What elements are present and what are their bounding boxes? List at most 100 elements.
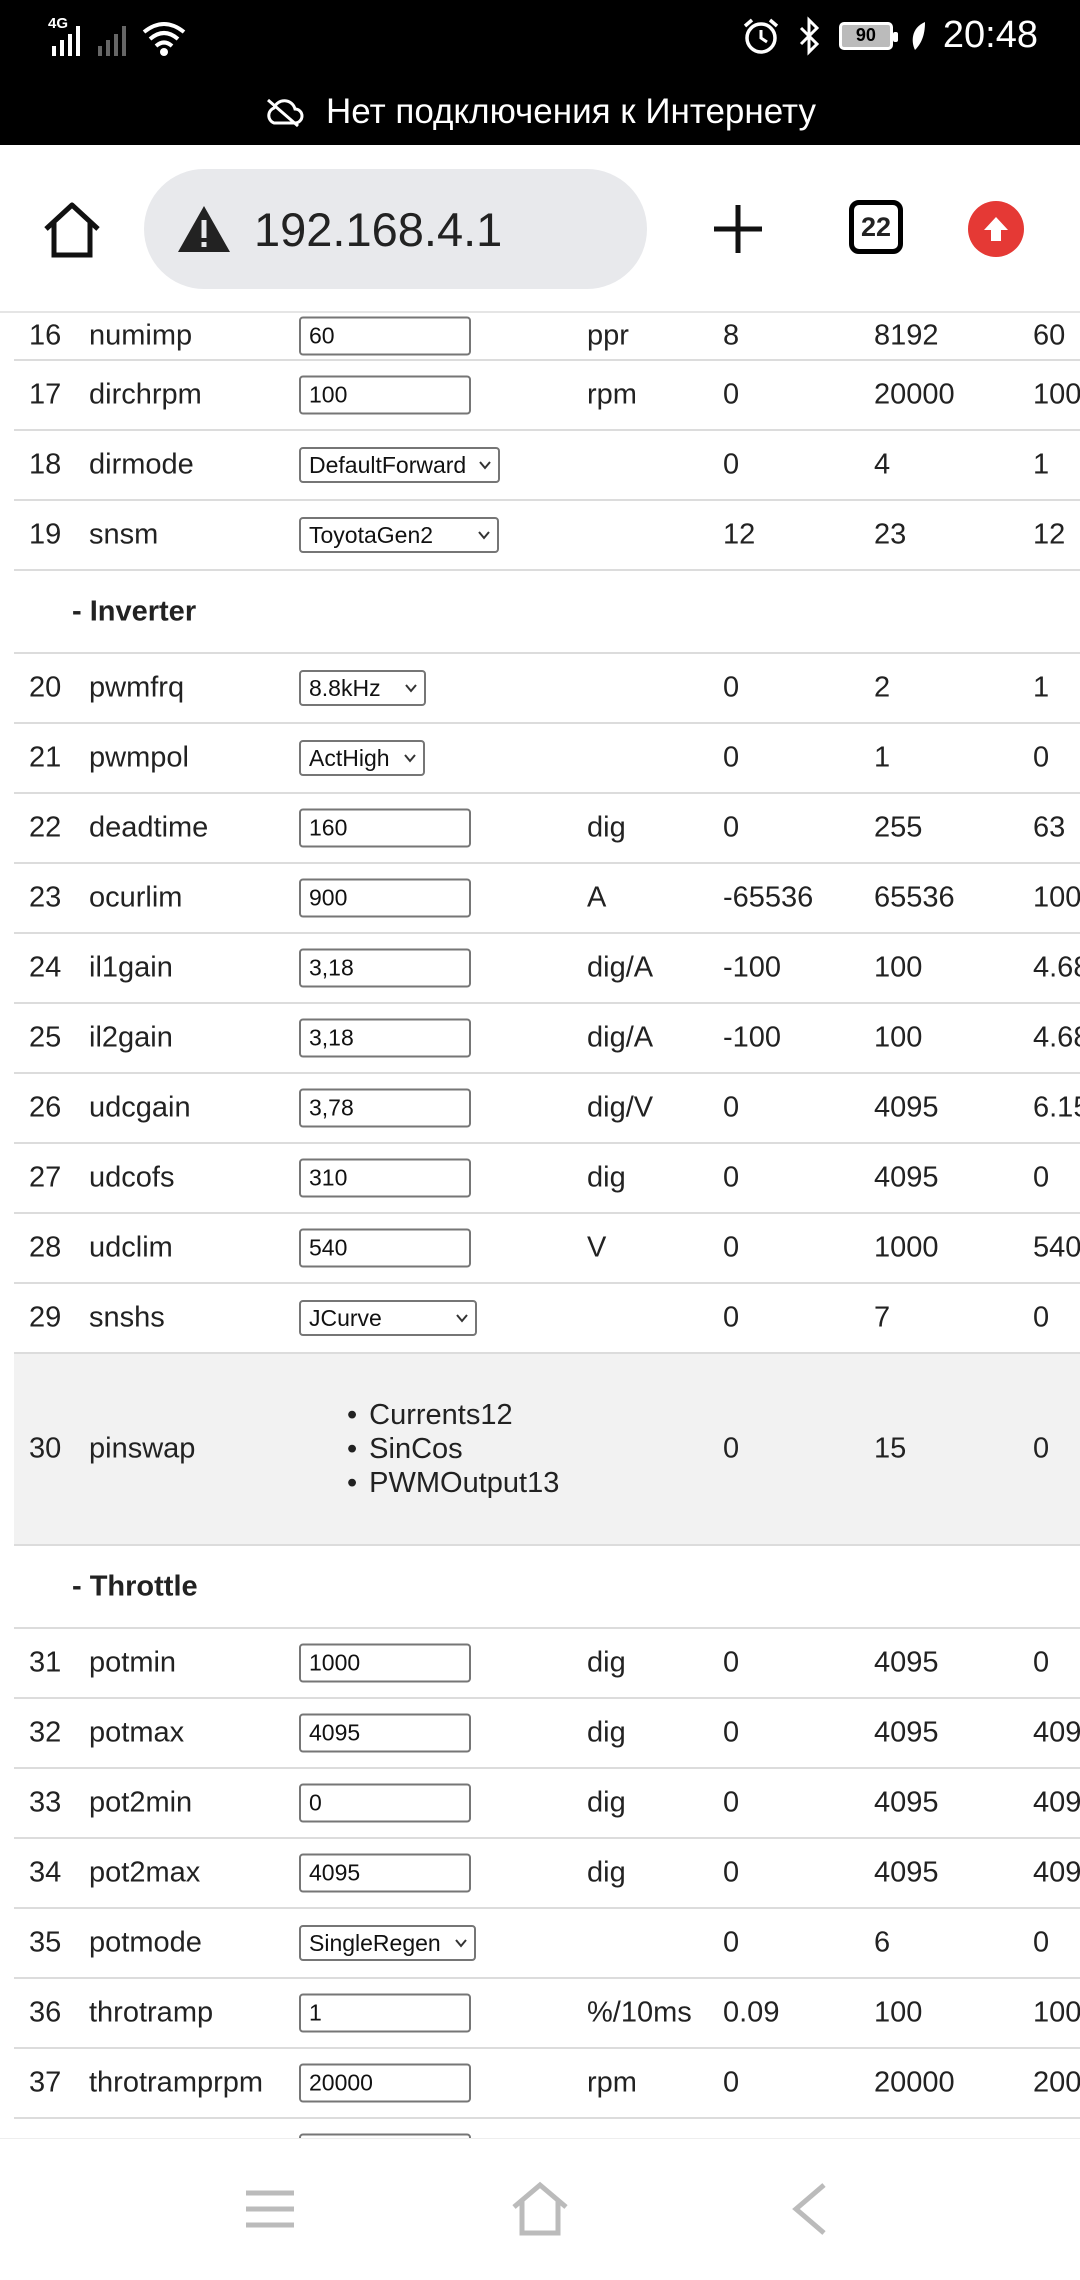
- param-default: 12: [1033, 518, 1066, 551]
- table-row: 22 deadtime 160 dig 0 255 63: [14, 794, 1080, 864]
- param-value-input[interactable]: 3,78: [299, 1088, 471, 1128]
- address-bar[interactable]: 192.168.4.1: [144, 169, 647, 289]
- param-value-input[interactable]: 900: [299, 878, 471, 918]
- param-default: 4.68: [1033, 951, 1080, 984]
- param-value-input[interactable]: 100: [299, 375, 471, 415]
- param-value-input[interactable]: 540: [299, 1228, 471, 1268]
- param-value-input[interactable]: 1: [299, 1993, 471, 2033]
- param-max: 4095: [874, 1161, 939, 1194]
- param-value-select[interactable]: JCurve: [299, 1300, 477, 1336]
- select-value: DefaultForward: [309, 451, 467, 478]
- param-value-input[interactable]: 160: [299, 808, 471, 848]
- param-name: numimp: [89, 319, 193, 352]
- home-icon[interactable]: [40, 197, 104, 261]
- offline-banner-text: Нет подключения к Интернету: [326, 91, 816, 131]
- param-value-input[interactable]: 0: [299, 1783, 471, 1823]
- param-value-input[interactable]: 3,18: [299, 948, 471, 988]
- param-default: 0: [1033, 1161, 1050, 1194]
- param-value-input[interactable]: 310: [299, 1158, 471, 1198]
- tabs-button[interactable]: 22: [849, 200, 903, 254]
- param-min: 0: [723, 448, 740, 481]
- param-value-input[interactable]: 1000: [299, 1643, 471, 1683]
- table-row: 31 potmin 1000 dig 0 4095 0: [14, 1629, 1080, 1699]
- select-value: JCurve: [309, 1304, 382, 1331]
- param-min: 0: [723, 1432, 740, 1465]
- param-value-select[interactable]: 8.8kHz: [299, 670, 426, 706]
- alarm-icon: [743, 18, 779, 54]
- param-number: 17: [29, 378, 62, 411]
- table-row: 33 pot2min 0 dig 0 4095 4095: [14, 1769, 1080, 1839]
- param-min: 0: [723, 2066, 740, 2099]
- table-row: 37 throtramprpm 20000 rpm 0 20000 20000: [14, 2049, 1080, 2119]
- param-number: 30: [29, 1432, 62, 1465]
- param-value-input[interactable]: 4095: [299, 1853, 471, 1893]
- list-item[interactable]: PWMOutput13: [347, 1466, 559, 1500]
- param-value-select[interactable]: SingleRegen: [299, 1925, 476, 1961]
- param-value-input[interactable]: 60: [299, 316, 471, 356]
- param-default: 100: [1033, 881, 1080, 914]
- param-max: 15: [874, 1432, 907, 1465]
- param-min: 0: [723, 741, 740, 774]
- param-value-select[interactable]: ActHigh: [299, 740, 425, 776]
- param-default: 4095: [1033, 1786, 1080, 1819]
- param-max: 100: [874, 1996, 923, 2029]
- param-name: pot2min: [89, 1786, 193, 1819]
- param-default: 0: [1033, 1301, 1050, 1334]
- param-name: ocurlim: [89, 881, 183, 914]
- table-row: 32 potmax 4095 dig 0 4095 4095: [14, 1699, 1080, 1769]
- section-header: - Throttle: [14, 1546, 1080, 1629]
- table-row: 18 dirmode DefaultForward 0 4 1: [14, 431, 1080, 501]
- list-item[interactable]: Currents12: [347, 1398, 559, 1432]
- param-unit: dig: [587, 1786, 626, 1819]
- param-value-select[interactable]: ToyotaGen2: [299, 517, 499, 553]
- param-name: udcofs: [89, 1161, 175, 1194]
- param-default: 100: [1033, 1996, 1080, 2029]
- nav-home-icon[interactable]: [510, 2179, 570, 2239]
- param-min: 0: [723, 378, 740, 411]
- param-value-input[interactable]: 3,18: [299, 1018, 471, 1058]
- cellular-signal-empty-icon: [98, 26, 126, 56]
- menu-icon[interactable]: [240, 2179, 300, 2239]
- param-value-select[interactable]: DefaultForward: [299, 447, 500, 483]
- table-row: 25 il2gain 3,18 dig/A -100 100 4.68: [14, 1004, 1080, 1074]
- offline-banner: Нет подключения к Интернету: [0, 78, 1080, 145]
- status-right: 90 20:48: [741, 14, 1038, 57]
- param-default: 1: [1033, 448, 1050, 481]
- select-value: SingleRegen: [309, 1929, 441, 1956]
- param-name: udclim: [89, 1231, 173, 1264]
- param-value-input[interactable]: 4095: [299, 1713, 471, 1753]
- param-default: 4.68: [1033, 1021, 1080, 1054]
- param-value-input[interactable]: 20000: [299, 2063, 471, 2103]
- param-max: 8192: [874, 319, 939, 352]
- chevron-down-icon: [455, 1939, 467, 1948]
- param-number: 34: [29, 1856, 62, 1889]
- param-max: 4095: [874, 1856, 939, 1889]
- param-unit: dig/V: [587, 1091, 654, 1124]
- back-icon[interactable]: [780, 2179, 840, 2239]
- param-unit: %/10ms: [587, 1996, 692, 2029]
- param-min: 0: [723, 671, 740, 704]
- param-name: throtramprpm: [89, 2066, 264, 2099]
- param-max: 23: [874, 518, 907, 551]
- param-min: 0: [723, 1091, 740, 1124]
- new-tab-icon[interactable]: [712, 203, 764, 255]
- param-min: 0: [723, 1301, 740, 1334]
- param-name: pwmfrq: [89, 671, 185, 704]
- param-max: 4095: [874, 1716, 939, 1749]
- param-unit: dig/A: [587, 951, 654, 984]
- battery-level: 90: [855, 25, 876, 45]
- param-default: 0: [1033, 741, 1050, 774]
- chevron-down-icon: [478, 531, 490, 540]
- update-button[interactable]: [968, 201, 1024, 257]
- cloud-off-icon: [267, 98, 304, 127]
- arrow-up-icon: [984, 217, 1008, 241]
- param-number: 37: [29, 2066, 62, 2099]
- param-number: 26: [29, 1091, 62, 1124]
- param-max: 100: [874, 951, 923, 984]
- param-min: 0: [723, 1926, 740, 1959]
- parameter-table: 16 numimp 60 ppr 8 8192 60 17 dirchrpm 100 rpm 0 200…: [0, 313, 1080, 2138]
- param-number: 23: [29, 881, 62, 914]
- list-item[interactable]: SinCos: [347, 1432, 559, 1466]
- svg-text:4G: 4G: [48, 15, 68, 32]
- section-title: - Throttle: [72, 1570, 198, 1602]
